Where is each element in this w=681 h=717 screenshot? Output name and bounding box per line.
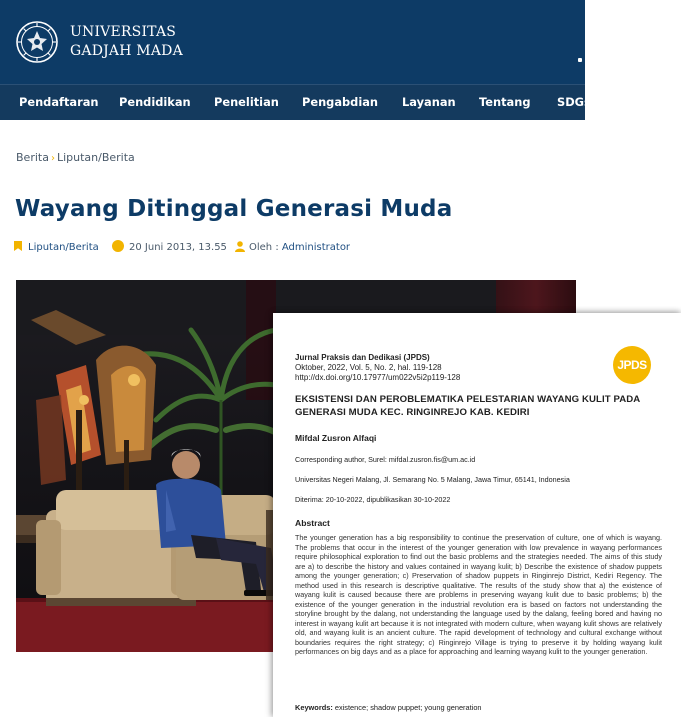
meta-author-prefix: Oleh : <box>249 242 279 253</box>
nav-item-pengabdian[interactable]: Pengabdian <box>302 85 378 121</box>
user-icon <box>235 241 245 252</box>
corresponding-author: Corresponding author, Surel: mifdal.zusr… <box>295 455 476 464</box>
brand-line-2: GADJAH MADA <box>70 43 183 59</box>
meta-author: Oleh : Administrator <box>235 240 350 256</box>
article-title: Wayang Ditinggal Generasi Muda <box>15 196 453 222</box>
ugm-seal-icon[interactable] <box>16 21 58 63</box>
clock-icon <box>112 240 124 252</box>
meta-date-label: 20 Juni 2013, 13.55 <box>129 242 227 253</box>
breadcrumb-current[interactable]: Liputan/Berita <box>57 151 135 164</box>
keywords-list: existence; shadow puppet; young generati… <box>334 703 482 712</box>
journal-name: Jurnal Praksis dan Dedikasi (JPDS) <box>295 353 430 362</box>
nav-item-pendidikan[interactable]: Pendidikan <box>119 85 191 121</box>
nav-item-pendaftaran[interactable]: Pendaftaran <box>19 85 99 121</box>
brand-line-1: UNIVERSITAS <box>70 24 177 40</box>
abstract-heading: Abstract <box>295 518 330 528</box>
nav-item-penelitian[interactable]: Penelitian <box>214 85 279 121</box>
submission-dates: Diterima: 20-10-2022, dipublikasikan 30-… <box>295 495 451 504</box>
breadcrumb-home[interactable]: Berita <box>16 151 49 164</box>
meta-category-label: Liputan/Berita <box>28 242 99 253</box>
nav-item-sdgs[interactable]: SDGs <box>557 85 585 121</box>
jpds-logo-icon: JPDS <box>613 346 651 384</box>
nav-item-tentang[interactable]: Tentang <box>479 85 531 121</box>
meta-date: 20 Juni 2013, 13.55 <box>112 240 227 256</box>
keywords-label: Keywords: <box>295 703 333 712</box>
breadcrumb-separator-icon: › <box>50 153 55 164</box>
journal-header: Jurnal Praksis dan Dedikasi (JPDS) Oktob… <box>295 353 460 383</box>
abstract-text: The younger generation has a big respons… <box>295 533 662 656</box>
breadcrumb: Berita › Liputan/Berita <box>16 151 135 164</box>
meta-author-link[interactable]: Administrator <box>282 242 350 253</box>
affiliation: Universitas Negeri Malang, Jl. Semarang … <box>295 475 570 484</box>
header-menu-dot <box>578 58 582 62</box>
university-name[interactable]: UNIVERSITAS GADJAH MADA <box>70 23 183 61</box>
paper-title: EKSISTENSI DAN PEROBLEMATIKA PELESTARIAN… <box>295 394 640 418</box>
main-nav: Pendaftaran Pendidikan Penelitian Pengab… <box>0 84 585 120</box>
journal-doi[interactable]: http://dx.doi.org/10.17977/um022v5i2p119… <box>295 373 460 383</box>
nav-item-layanan[interactable]: Layanan <box>402 85 456 121</box>
site-header: UNIVERSITAS GADJAH MADA <box>0 0 585 84</box>
meta-category[interactable]: Liputan/Berita <box>14 240 99 256</box>
journal-paper-overlay: Jurnal Praksis dan Dedikasi (JPDS) Oktob… <box>273 313 681 717</box>
keywords: Keywords: existence; shadow puppet; youn… <box>295 703 482 712</box>
bookmark-icon <box>14 241 22 251</box>
journal-issue: Oktober, 2022, Vol. 5, No. 2, hal. 119-1… <box>295 363 442 372</box>
paper-author: Mifdal Zusron Alfaqi <box>295 433 377 443</box>
